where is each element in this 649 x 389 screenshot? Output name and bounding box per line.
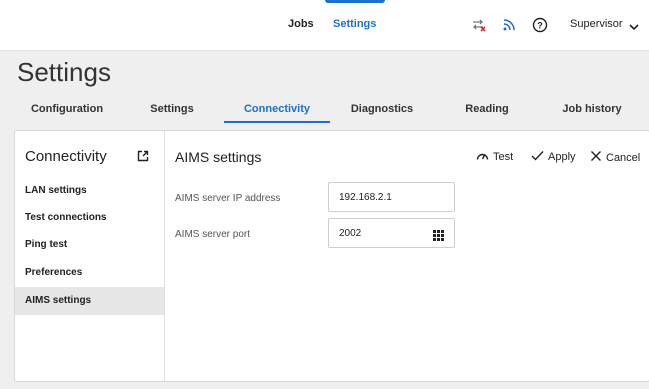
sidebar-item-lan-settings[interactable]: LAN settings bbox=[15, 177, 164, 205]
tab-reading[interactable]: Reading bbox=[465, 103, 508, 115]
check-icon bbox=[531, 150, 544, 164]
nav-jobs[interactable]: Jobs bbox=[288, 18, 314, 30]
sidebar-item-preferences[interactable]: Preferences bbox=[15, 259, 164, 287]
nav-settings[interactable]: Settings bbox=[333, 18, 376, 30]
help-icon[interactable]: ? bbox=[531, 16, 549, 34]
active-tab-indicator bbox=[224, 121, 330, 123]
transfer-error-icon[interactable] bbox=[470, 16, 488, 34]
aims-settings-panel: AIMS settings Test Apply Cancel AIMS ser… bbox=[165, 131, 649, 381]
svg-text:?: ? bbox=[537, 21, 543, 31]
connectivity-sidebar: Connectivity LAN settings Test connectio… bbox=[15, 131, 165, 381]
settings-card: Connectivity LAN settings Test connectio… bbox=[14, 130, 649, 382]
panel-title: AIMS settings bbox=[175, 149, 262, 165]
active-nav-indicator bbox=[325, 0, 385, 3]
server-port-value: 2002 bbox=[339, 228, 362, 239]
close-icon bbox=[590, 150, 602, 165]
sidebar-item-ping-test[interactable]: Ping test bbox=[15, 231, 164, 259]
signal-icon[interactable] bbox=[500, 16, 518, 34]
sidebar-item-label: AIMS settings bbox=[25, 295, 92, 306]
apply-button-label: Apply bbox=[548, 151, 576, 163]
sidebar-item-label: LAN settings bbox=[25, 185, 87, 196]
chevron-down-icon[interactable] bbox=[628, 19, 640, 37]
apply-button[interactable]: Apply bbox=[531, 150, 576, 164]
server-port-label: AIMS server port bbox=[175, 229, 251, 240]
cancel-button-label: Cancel bbox=[606, 151, 641, 164]
settings-tabs: Configuration Settings Connectivity Diag… bbox=[0, 98, 649, 124]
sidebar-item-test-connections[interactable]: Test connections bbox=[15, 204, 164, 232]
ip-address-label: AIMS server IP address bbox=[175, 193, 281, 204]
external-link-icon[interactable] bbox=[137, 149, 149, 167]
test-button-label: Test bbox=[493, 151, 514, 163]
sidebar-item-label: Preferences bbox=[25, 267, 83, 278]
speedometer-icon bbox=[476, 150, 489, 164]
sidebar-item-label: Ping test bbox=[25, 239, 68, 250]
tab-settings[interactable]: Settings bbox=[150, 103, 193, 115]
tab-connectivity[interactable]: Connectivity bbox=[244, 103, 310, 115]
top-bar: Jobs Settings ? Supervisor bbox=[0, 0, 649, 51]
tab-configuration[interactable]: Configuration bbox=[31, 103, 103, 115]
tab-job-history[interactable]: Job history bbox=[562, 103, 621, 115]
keypad-icon[interactable] bbox=[433, 228, 444, 246]
test-button[interactable]: Test bbox=[476, 150, 513, 164]
sidebar-title: Connectivity bbox=[25, 148, 107, 165]
sidebar-item-aims-settings[interactable]: AIMS settings bbox=[15, 287, 164, 315]
ip-address-value: 192.168.2.1 bbox=[339, 192, 392, 203]
cancel-button[interactable]: Cancel bbox=[590, 150, 640, 165]
server-port-field[interactable]: 2002 bbox=[328, 218, 455, 248]
tab-diagnostics[interactable]: Diagnostics bbox=[351, 103, 413, 115]
user-menu[interactable]: Supervisor bbox=[570, 18, 623, 30]
ip-address-field[interactable]: 192.168.2.1 bbox=[328, 182, 455, 212]
page-title: Settings bbox=[17, 57, 111, 87]
sidebar-item-label: Test connections bbox=[25, 212, 107, 223]
